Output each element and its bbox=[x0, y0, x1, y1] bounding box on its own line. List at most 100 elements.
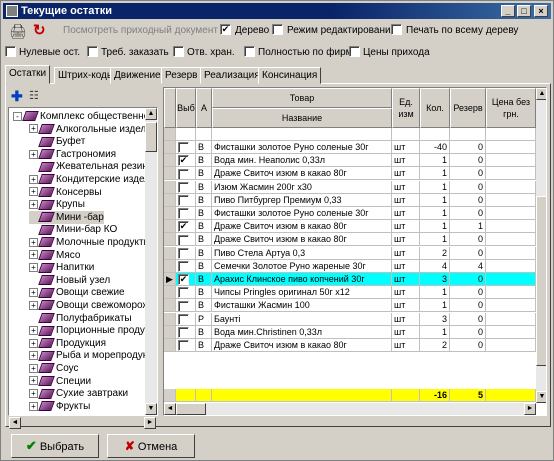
expand-toggle[interactable]: + bbox=[29, 376, 38, 386]
tree-node[interactable]: + Мясо bbox=[29, 249, 80, 262]
zero-balance-checkbox[interactable] bbox=[5, 46, 16, 57]
tree-node[interactable]: Новый узел bbox=[29, 274, 110, 287]
scroll-down-button[interactable]: ▼ bbox=[145, 403, 157, 415]
table-row[interactable]: В Фисташки Жасмин 100 шт 1 0 bbox=[164, 299, 546, 313]
checkbox[interactable] bbox=[178, 142, 189, 153]
col-header-name[interactable]: Название bbox=[212, 108, 392, 128]
expand-toggle[interactable]: + bbox=[29, 351, 38, 361]
table-row[interactable]: В Изюм Жасмин 200г х30 шт 1 0 bbox=[164, 180, 546, 194]
table-row[interactable]: В Чипсы Pringles оригинал 50г х12 шт 1 0 bbox=[164, 286, 546, 300]
col-header-product[interactable]: Товар bbox=[212, 88, 392, 108]
checkbox[interactable] bbox=[178, 287, 189, 299]
checkbox[interactable] bbox=[178, 326, 189, 338]
expand-toggle[interactable]: + bbox=[29, 237, 38, 247]
hscroll-thumb[interactable] bbox=[176, 403, 206, 415]
scroll-down-button[interactable]: ▼ bbox=[536, 391, 546, 403]
tree-node[interactable]: + Продукция bbox=[29, 337, 106, 350]
tree-node[interactable]: + Молочные продукты bbox=[29, 236, 151, 249]
row-checkbox[interactable] bbox=[176, 259, 196, 273]
tree-scroll-right-button[interactable]: ► bbox=[144, 417, 156, 429]
tree-node[interactable]: Мини -бар bbox=[29, 210, 104, 224]
empty-row[interactable] bbox=[164, 128, 546, 141]
minimize-button[interactable]: _ bbox=[501, 5, 515, 17]
tree-node[interactable]: Мини-бар КО bbox=[29, 223, 117, 236]
row-checkbox[interactable] bbox=[176, 299, 196, 313]
row-checkbox[interactable] bbox=[176, 286, 196, 300]
expand-toggle[interactable]: + bbox=[29, 187, 38, 197]
col-header-qty[interactable]: Кол. bbox=[420, 88, 450, 128]
checkbox[interactable] bbox=[178, 247, 189, 259]
grid-scrollbar[interactable]: ▲ ▼ bbox=[536, 88, 546, 403]
need-order-checkbox[interactable] bbox=[87, 46, 98, 57]
table-row[interactable]: В Фисташки золотое Руно соленые 30г шт 1 0 bbox=[164, 207, 546, 220]
tree-node[interactable]: + Алкогольные издели bbox=[29, 123, 152, 136]
tree-scrollbar[interactable]: ▲ ▼ bbox=[145, 108, 157, 415]
tree-view-icon[interactable]: ☷ bbox=[29, 89, 39, 102]
checkbox[interactable] bbox=[178, 300, 189, 312]
tree-node[interactable]: + Гастрономия bbox=[29, 148, 116, 161]
responsible-storage-checkbox[interactable] bbox=[173, 46, 184, 57]
tree-node[interactable]: + Консервы bbox=[29, 186, 102, 199]
table-row[interactable]: В Фисташки золотое Руно соленые 30г шт -40 0 bbox=[164, 141, 546, 154]
row-checkbox[interactable] bbox=[176, 325, 196, 339]
table-row[interactable]: Р Баунті шт 3 0 bbox=[164, 312, 546, 326]
expand-toggle[interactable]: + bbox=[29, 200, 38, 210]
row-checkbox[interactable] bbox=[176, 389, 196, 402]
table-row[interactable]: ✔ В Драже Свиточ изюм в какао 80г шт 1 1 bbox=[164, 220, 546, 234]
checkbox[interactable] bbox=[178, 181, 189, 193]
expand-toggle[interactable]: + bbox=[29, 338, 38, 348]
checkbox[interactable]: ✔ bbox=[178, 221, 189, 233]
full-firm-checkbox[interactable] bbox=[244, 46, 255, 57]
tab-movement[interactable]: Движение bbox=[110, 67, 165, 84]
tab-balances[interactable]: Остатки bbox=[5, 65, 51, 84]
tree-node[interactable]: + Овощи свежие bbox=[29, 286, 125, 299]
tab-reserve[interactable]: Резерв bbox=[161, 67, 202, 84]
tree-node[interactable]: + Напитки bbox=[29, 261, 94, 274]
row-checkbox[interactable] bbox=[176, 207, 196, 220]
refresh-icon[interactable]: ↻ bbox=[33, 21, 46, 39]
col-header-select[interactable]: Выб bbox=[176, 88, 196, 128]
expand-toggle[interactable]: + bbox=[29, 363, 38, 373]
tree-node[interactable]: + Порционные продукт bbox=[29, 324, 154, 337]
totals-row[interactable]: -16 5 bbox=[164, 389, 546, 402]
scroll-up-button[interactable]: ▲ bbox=[145, 108, 157, 120]
col-header-unit[interactable]: Ед. изм bbox=[392, 88, 420, 128]
scroll-left-button[interactable]: ◄ bbox=[164, 403, 176, 415]
row-checkbox[interactable] bbox=[176, 180, 196, 194]
expand-toggle[interactable]: + bbox=[29, 326, 38, 336]
row-checkbox[interactable]: ✔ bbox=[176, 154, 196, 168]
tree-node[interactable]: - Комплекс общественно bbox=[13, 110, 149, 123]
row-checkbox[interactable] bbox=[176, 128, 196, 141]
table-row[interactable]: В Драже Свиточ изюм в какао 80г шт 2 0 bbox=[164, 339, 546, 352]
row-checkbox[interactable] bbox=[176, 193, 196, 207]
row-checkbox[interactable]: ✔ bbox=[176, 273, 196, 286]
tree-node[interactable]: + Рыба и морепродукт bbox=[29, 349, 152, 362]
print-tree-checkbox[interactable] bbox=[391, 24, 402, 35]
print-icon[interactable]: 🖨 bbox=[9, 23, 27, 40]
tab-realization[interactable]: Реализация bbox=[200, 67, 264, 84]
tree-node[interactable]: + Фрукты bbox=[29, 400, 90, 413]
row-checkbox[interactable] bbox=[176, 339, 196, 352]
tree-scroll-left-button[interactable]: ◄ bbox=[9, 417, 21, 429]
tab-consignment[interactable]: Консинация bbox=[258, 67, 322, 84]
checkbox[interactable] bbox=[178, 168, 189, 180]
row-checkbox[interactable] bbox=[176, 141, 196, 154]
edit-mode-checkbox[interactable] bbox=[272, 24, 283, 35]
checkbox[interactable] bbox=[178, 260, 189, 272]
maximize-button[interactable]: □ bbox=[517, 5, 531, 17]
tree-node[interactable]: + Крупы bbox=[29, 198, 85, 211]
table-row[interactable]: В Драже Свиточ изюм в какао 80г шт 1 0 bbox=[164, 167, 546, 181]
expand-toggle[interactable]: + bbox=[29, 174, 38, 184]
checkbox[interactable] bbox=[178, 340, 189, 351]
cancel-button[interactable]: ✘ Отмена bbox=[107, 434, 195, 458]
table-row[interactable]: В Семечки Золотое Руно жареные 30г шт 4 4 bbox=[164, 259, 546, 273]
row-checkbox[interactable] bbox=[176, 312, 196, 326]
tree-node[interactable]: + Овощи свежоморож bbox=[29, 299, 149, 312]
col-header-price[interactable]: Цена без грн. bbox=[486, 88, 536, 128]
table-row[interactable]: ✔ В Вода мин. Неаполис 0,33л шт 1 0 bbox=[164, 154, 546, 168]
checkbox[interactable]: ✔ bbox=[178, 155, 189, 167]
close-button[interactable]: × bbox=[534, 5, 548, 17]
expand-toggle[interactable]: + bbox=[29, 263, 38, 273]
checkbox[interactable] bbox=[178, 194, 189, 206]
row-checkbox[interactable]: ✔ bbox=[176, 220, 196, 234]
